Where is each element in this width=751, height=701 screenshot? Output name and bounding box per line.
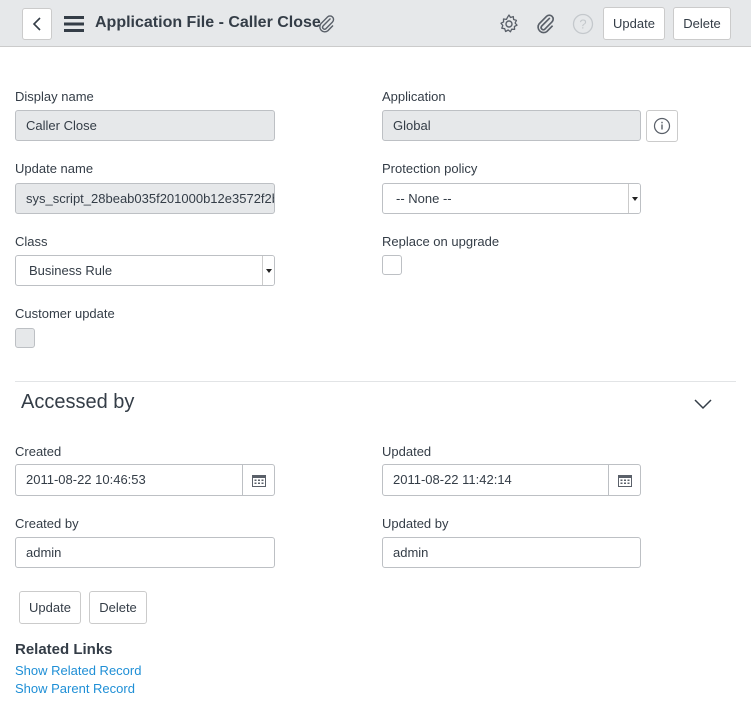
- created-calendar-button[interactable]: [242, 465, 274, 495]
- class-label: Class: [15, 234, 48, 249]
- created-label: Created: [15, 444, 62, 459]
- protection-policy-select[interactable]: -- None --: [382, 183, 641, 214]
- update-name-field[interactable]: sys_script_28beab035f201000b12e3572f2b47…: [15, 183, 275, 214]
- back-icon: [32, 17, 41, 31]
- settings-button[interactable]: [498, 13, 520, 35]
- updated-calendar-button[interactable]: [608, 465, 640, 495]
- created-by-field[interactable]: admin: [15, 537, 275, 568]
- accessed-by-title: Accessed by: [21, 391, 135, 413]
- customer-update-label: Customer update: [15, 306, 115, 321]
- form-header: Application File - Caller Close ? Update…: [0, 0, 751, 47]
- menu-icon[interactable]: [64, 15, 84, 33]
- updated-field[interactable]: 2011-08-22 11:42:14: [382, 464, 641, 496]
- replace-on-upgrade-checkbox[interactable]: [382, 255, 402, 275]
- display-name-field[interactable]: Caller Close: [15, 110, 275, 141]
- calendar-icon: [617, 474, 632, 487]
- protection-policy-value: -- None --: [396, 191, 452, 206]
- updated-value: 2011-08-22 11:42:14: [393, 472, 512, 487]
- chevron-down-icon: [628, 184, 640, 213]
- created-value: 2011-08-22 10:46:53: [26, 472, 146, 487]
- created-field[interactable]: 2011-08-22 10:46:53: [15, 464, 275, 496]
- related-links-title: Related Links: [15, 641, 113, 658]
- updated-by-label: Updated by: [382, 516, 449, 531]
- display-name-label: Display name: [15, 89, 94, 104]
- show-related-record-link[interactable]: Show Related Record: [15, 663, 141, 678]
- header-delete-button[interactable]: Delete: [673, 7, 731, 40]
- attachment-title-icon[interactable]: [316, 13, 338, 35]
- back-button[interactable]: [22, 8, 52, 40]
- delete-button[interactable]: Delete: [89, 591, 147, 624]
- paperclip-icon: [537, 14, 554, 34]
- application-field[interactable]: Global: [382, 110, 641, 141]
- attachments-button[interactable]: [535, 13, 557, 35]
- class-select-value: Business Rule: [29, 263, 113, 278]
- created-by-label: Created by: [15, 516, 79, 531]
- page-title: Application File - Caller Close: [95, 14, 321, 31]
- chevron-down-icon: [262, 256, 274, 285]
- info-icon: [653, 117, 671, 135]
- update-button[interactable]: Update: [19, 591, 81, 624]
- replace-on-upgrade-label: Replace on upgrade: [382, 234, 500, 249]
- svg-text:?: ?: [579, 17, 586, 32]
- updated-by-field[interactable]: admin: [382, 537, 641, 568]
- application-label: Application: [382, 89, 446, 104]
- chevron-down-icon[interactable]: [692, 395, 714, 413]
- class-select[interactable]: Business Rule: [15, 255, 275, 286]
- section-divider: [15, 381, 736, 382]
- help-button[interactable]: ?: [572, 13, 594, 35]
- calendar-icon: [251, 474, 266, 487]
- protection-policy-label: Protection policy: [382, 161, 478, 176]
- paperclip-icon: [319, 15, 335, 33]
- show-parent-record-link[interactable]: Show Parent Record: [15, 681, 135, 696]
- help-icon: ?: [572, 13, 594, 35]
- updated-label: Updated: [382, 444, 432, 459]
- header-update-button[interactable]: Update: [603, 7, 665, 40]
- customer-update-checkbox[interactable]: [15, 328, 35, 348]
- application-info-button[interactable]: [646, 110, 678, 142]
- update-name-label: Update name: [15, 161, 94, 176]
- gear-icon: [500, 14, 518, 33]
